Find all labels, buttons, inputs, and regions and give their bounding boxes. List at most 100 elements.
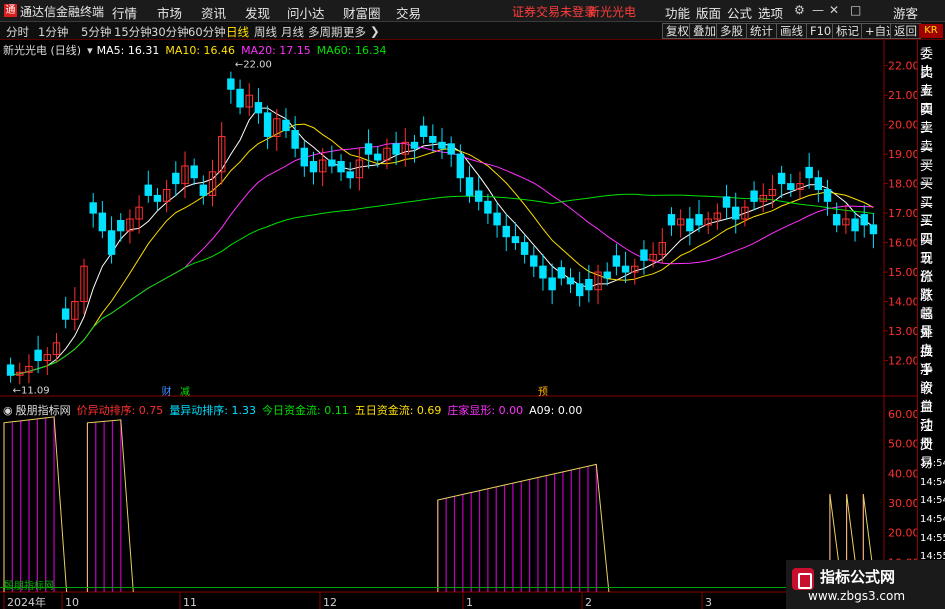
axes: 22.00 21.00 20.00 19.00 18.00 17.00 16.00 15.00… [3,60,917,609]
menu-assistant[interactable]: 问小达 [287,3,325,22]
candle-body [566,277,575,285]
side-panel-item[interactable]: 14:54 [920,455,945,473]
period-30min[interactable]: 30分钟 [151,24,189,40]
period-15min[interactable]: 15分钟 [114,24,152,40]
indicator-legend: ◉ 殷朋指标网 价异动排序: 0.75 量异动排序: 1.33 今日资金流: 0.11 五… [3,402,588,418]
current-stock-name: 新光光电 [588,5,637,19]
candle-body [328,159,336,167]
candle-body [750,190,758,202]
indicator-volume-anomaly: 量异动排序: 1.33 [169,404,257,417]
date-axis-label: 11 [183,596,197,609]
login-warning[interactable]: 证券交易未登录 [512,3,596,20]
menu-discover[interactable]: 发现 [245,3,270,22]
candle-body [612,255,621,267]
date-axis-label: 2024年 [7,595,46,609]
price-axis-label: 19.00 [888,148,917,161]
candle-body [860,214,868,226]
tool-multi-stock[interactable]: 多股 [716,23,747,39]
ma10-label: MA10: 16.46 [165,44,236,57]
indicator-axis-label: 50.00 [888,438,917,451]
chart-area[interactable]: ←22.00 ←11.09 22.00 21.00 20.00 19.00 18.00 17… [0,40,917,609]
period-1min[interactable]: 1分钟 [38,24,68,40]
indicator-outline [86,419,134,593]
menu-trade[interactable]: 交易 [396,3,421,22]
period-multi[interactable]: 多周期 [308,24,343,40]
period-monthly[interactable]: 月线 [281,24,304,40]
candle-body [575,283,584,297]
period-intraday[interactable]: 分时 [6,24,29,40]
candle-body [475,190,483,202]
period-daily[interactable]: 日线 [226,24,249,40]
minimize-icon[interactable]: — [812,3,824,17]
candle-body [777,172,786,185]
ma-dropdown-icon[interactable]: ▾ [87,44,93,57]
candle-body [869,224,878,235]
indicator-price-anomaly: 价异动排序: 0.75 [76,404,164,417]
menu-options[interactable]: 选项 [758,3,783,22]
candle-body [695,214,703,226]
date-axis-label: 2 [585,596,592,609]
app-title: 通达信金融终端 [20,5,105,19]
settings-icon[interactable]: ⚙ [794,3,805,17]
maximize-icon[interactable]: □ [850,3,861,17]
ma60-label: MA60: 16.34 [316,44,387,57]
indicator-name[interactable]: 殷朋指标网 [16,404,71,417]
period-toolbar: 分时 1分钟 5分钟 15分钟 30分钟 60分钟 日线 周线 月线 多周期 更… [0,22,945,40]
price-axis-label: 14.00 [888,296,917,309]
candle-body [585,278,593,291]
candle-body [254,102,263,114]
price-axis-label: 20.00 [888,119,917,132]
candle-body [732,206,740,220]
menu-functions[interactable]: 功能 [665,3,690,22]
menu-layout[interactable]: 版面 [696,3,721,22]
side-panel-item[interactable]: 14:54 [920,511,945,529]
tool-back[interactable]: 返回 [890,23,921,39]
candle-body [410,141,419,149]
guest-user[interactable]: 游客 [893,3,918,22]
menu-news[interactable]: 资讯 [201,3,226,22]
period-weekly[interactable]: 周线 [254,24,277,40]
watermark-title: 指标公式网 [820,568,896,586]
candle-body [89,202,97,214]
candle-body [530,255,538,267]
tool-f10[interactable]: F10 [806,23,836,39]
candle-body [117,219,125,232]
close-icon[interactable]: ✕ [829,3,839,17]
menu-market[interactable]: 市场 [157,3,182,22]
menu-bar: 通 通达信金融终端 行情 市场 资讯 发现 问小达 财富圈 交易 证券交易未登录… [0,0,945,22]
tool-mark[interactable]: 标记 [832,23,863,39]
menu-market-quotes[interactable]: 行情 [112,3,137,22]
candle-body [640,249,648,261]
tool-statistics[interactable]: 统计 [746,23,777,39]
watermark: 指标公式网 www.zbgs3.com [786,560,945,609]
candle-body [153,194,162,202]
tool-drawing[interactable]: 画线 [776,23,807,39]
side-panel-item[interactable]: 14:54 [920,474,945,492]
candle-body [493,212,501,226]
period-5min[interactable]: 5分钟 [81,24,111,40]
candle-body [814,177,823,191]
indicator-outline [3,416,68,593]
side-panel-item[interactable]: 14:54 [920,492,945,510]
price-axis-label: 13.00 [888,325,917,338]
price-axis-label: 15.00 [888,266,917,279]
candle-body [144,184,152,196]
candle-body [61,308,70,320]
period-60min[interactable]: 60分钟 [188,24,226,40]
candle-body [6,364,15,376]
menu-wealth-circle[interactable]: 财富圈 [343,3,381,22]
menu-formula[interactable]: 公式 [727,3,752,22]
candle-body [456,153,465,179]
period-more[interactable]: 更多 [343,24,366,40]
moving-average-lines: ←22.00 ←11.09 [10,60,874,396]
kr-badge[interactable]: KR [919,24,943,38]
indicator-dealer: 庄家显形: 0.00 [447,404,524,417]
candle-body [346,171,354,179]
candle-body [107,230,116,255]
more-chevron-icon[interactable]: ❯ [370,24,380,38]
candle-body [34,349,42,362]
side-panel-item[interactable]: 14:55 [920,530,945,548]
candle-body [199,184,208,196]
indicator-menu-icon[interactable]: ◉ [3,404,13,417]
candle-body [227,78,235,90]
